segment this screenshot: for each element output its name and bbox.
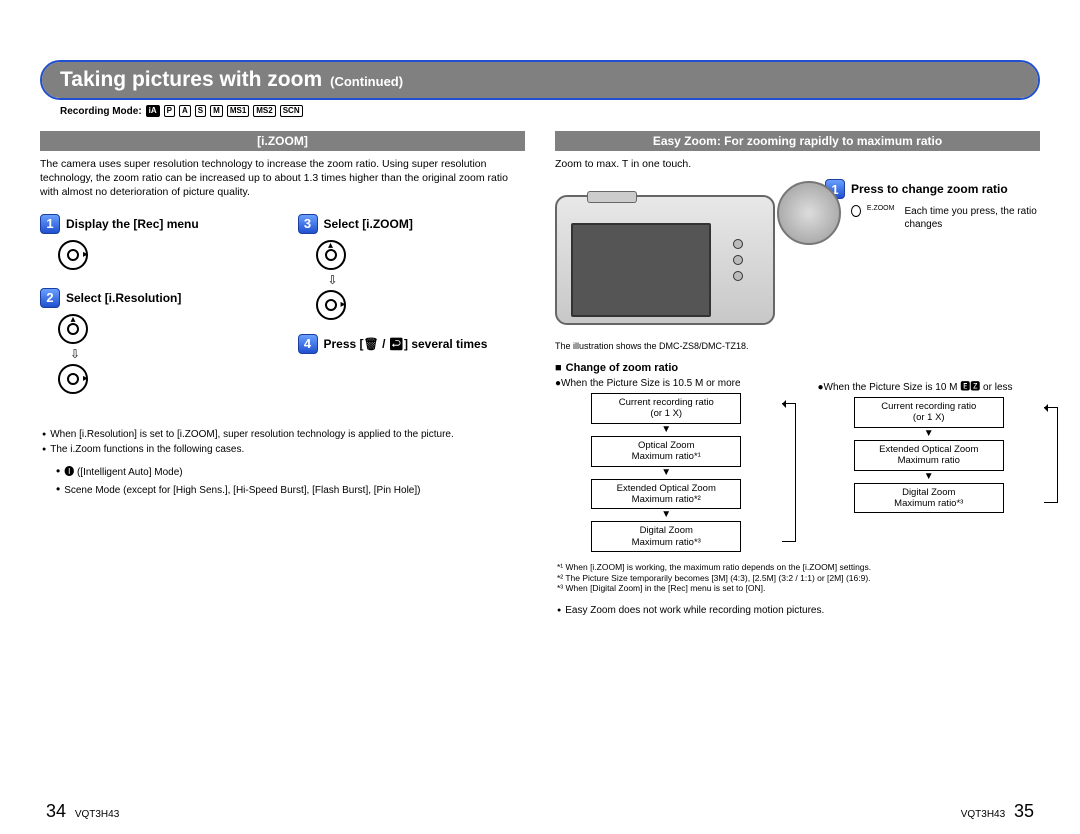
flow-box: Current recording ratio(or 1 X) xyxy=(854,397,1004,428)
flow-cond-b: When the Picture Size is 10 M 🅴🆉 or less xyxy=(824,382,1013,393)
down-arrow-icon: ▼ xyxy=(924,472,934,482)
ez-step-1-desc: Each time you press, the ratio changes xyxy=(904,205,1040,231)
recording-mode-label: Recording Mode: xyxy=(60,106,142,117)
step-2-title: Select [i.Resolution] xyxy=(66,291,181,305)
izoom-section-bar: [i.ZOOM] xyxy=(40,131,525,151)
flow-box: Current recording ratio(or 1 X) xyxy=(591,393,741,424)
mode-icon-ms1: MS1 xyxy=(227,105,249,117)
footnote-2: *² The Picture Size temporarily becomes … xyxy=(555,573,1040,584)
note-subitem: Scene Mode (except for [High Sens.], [Hi… xyxy=(54,481,525,498)
doc-id-right: VQT3H43 xyxy=(961,809,1005,820)
final-note: Easy Zoom does not work while recording … xyxy=(555,604,1040,618)
change-ratio-heading: Change of zoom ratio xyxy=(555,362,1040,374)
footnotes: *¹ When [i.ZOOM] is working, the maximum… xyxy=(555,562,1040,594)
dpad-icon xyxy=(316,240,346,270)
step-3-badge: 3 xyxy=(298,214,318,234)
note-item: The i.Zoom functions in the following ca… xyxy=(40,443,525,457)
down-arrow-icon: ▼ xyxy=(661,425,671,435)
note-subitem: 🅘 ([Intelligent Auto] Mode) xyxy=(54,463,525,480)
page-title-box: Taking pictures with zoom (Continued) xyxy=(40,60,1040,100)
mode-icon-s: S xyxy=(195,105,206,117)
flow-box: Optical ZoomMaximum ratio*¹ xyxy=(591,436,741,467)
mode-icon-p: P xyxy=(164,105,175,117)
flow-b: Current recording ratio(or 1 X) ▼ Extend… xyxy=(818,397,1041,513)
mode-icon-a: A xyxy=(179,105,191,117)
mode-icon-scn: SCN xyxy=(280,105,303,117)
dpad-icon xyxy=(58,314,88,344)
mode-icon-ms2: MS2 xyxy=(253,105,275,117)
step-1-title: Display the [Rec] menu xyxy=(66,217,199,231)
down-arrow-icon: ▼ xyxy=(661,468,671,478)
note-item: When [i.Resolution] is set to [i.ZOOM], … xyxy=(40,428,525,442)
ez-step-1-title: Press to change zoom ratio xyxy=(851,182,1008,196)
footnote-3: *³ When [Digital Zoom] in the [Rec] menu… xyxy=(555,583,1040,594)
easyzoom-section-bar: Easy Zoom: For zooming rapidly to maximu… xyxy=(555,131,1040,151)
page-number-right: 35 xyxy=(1014,801,1034,821)
down-arrow-icon: ▼ xyxy=(924,429,934,439)
page-footer: 34 VQT3H43 VQT3H43 35 xyxy=(40,801,1040,822)
ezoom-button-icon xyxy=(851,205,861,217)
page-title-continued: (Continued) xyxy=(330,74,403,89)
flow-box: Digital ZoomMaximum ratio*³ xyxy=(854,483,1004,514)
dpad-icon xyxy=(316,290,346,320)
right-column: Easy Zoom: For zooming rapidly to maximu… xyxy=(555,131,1040,619)
mode-icon-m: M xyxy=(210,105,223,117)
return-arrow-icon xyxy=(782,403,796,542)
left-column: [i.ZOOM] The camera uses super resolutio… xyxy=(40,131,525,619)
flow-a: Current recording ratio(or 1 X) ▼ Optica… xyxy=(555,393,778,552)
step-1-badge: 1 xyxy=(40,214,60,234)
step-4-badge: 4 xyxy=(298,334,318,354)
mode-icon-ia: iA xyxy=(146,105,160,117)
return-arrow-icon xyxy=(1044,407,1058,503)
flow-box: Extended Optical ZoomMaximum ratio*² xyxy=(591,479,741,510)
recording-mode-row: Recording Mode: iA P A S M MS1 MS2 SCN xyxy=(40,102,1040,123)
easyzoom-intro: Zoom to max. T in one touch. xyxy=(555,157,1040,171)
footnote-1: *¹ When [i.ZOOM] is working, the maximum… xyxy=(555,562,1040,573)
illustration-note: The illustration shows the DMC-ZS8/DMC-T… xyxy=(555,341,1040,352)
page-title: Taking pictures with zoom xyxy=(60,68,322,92)
flow-cond-a: When the Picture Size is 10.5 M or more xyxy=(561,378,741,389)
izoom-intro: The camera uses super resolution technol… xyxy=(40,157,525,200)
page-number-left: 34 xyxy=(46,801,66,821)
doc-id-left: VQT3H43 xyxy=(75,809,119,820)
down-arrow-icon: ⇩ xyxy=(328,274,526,286)
down-arrow-icon: ⇩ xyxy=(70,348,268,360)
step-2-badge: 2 xyxy=(40,288,60,308)
down-arrow-icon: ▼ xyxy=(661,510,671,520)
flow-box: Extended Optical ZoomMaximum ratio xyxy=(854,440,1004,471)
camera-illustration xyxy=(555,185,815,335)
dpad-icon xyxy=(58,364,88,394)
ezoom-button-label: E.ZOOM xyxy=(867,205,895,212)
step-3-title: Select [i.ZOOM] xyxy=(324,217,413,231)
dpad-icon xyxy=(58,240,88,270)
flow-box: Digital ZoomMaximum ratio*³ xyxy=(591,521,741,552)
step-4-title: Press [🗑 / ↩] several times xyxy=(324,337,488,351)
